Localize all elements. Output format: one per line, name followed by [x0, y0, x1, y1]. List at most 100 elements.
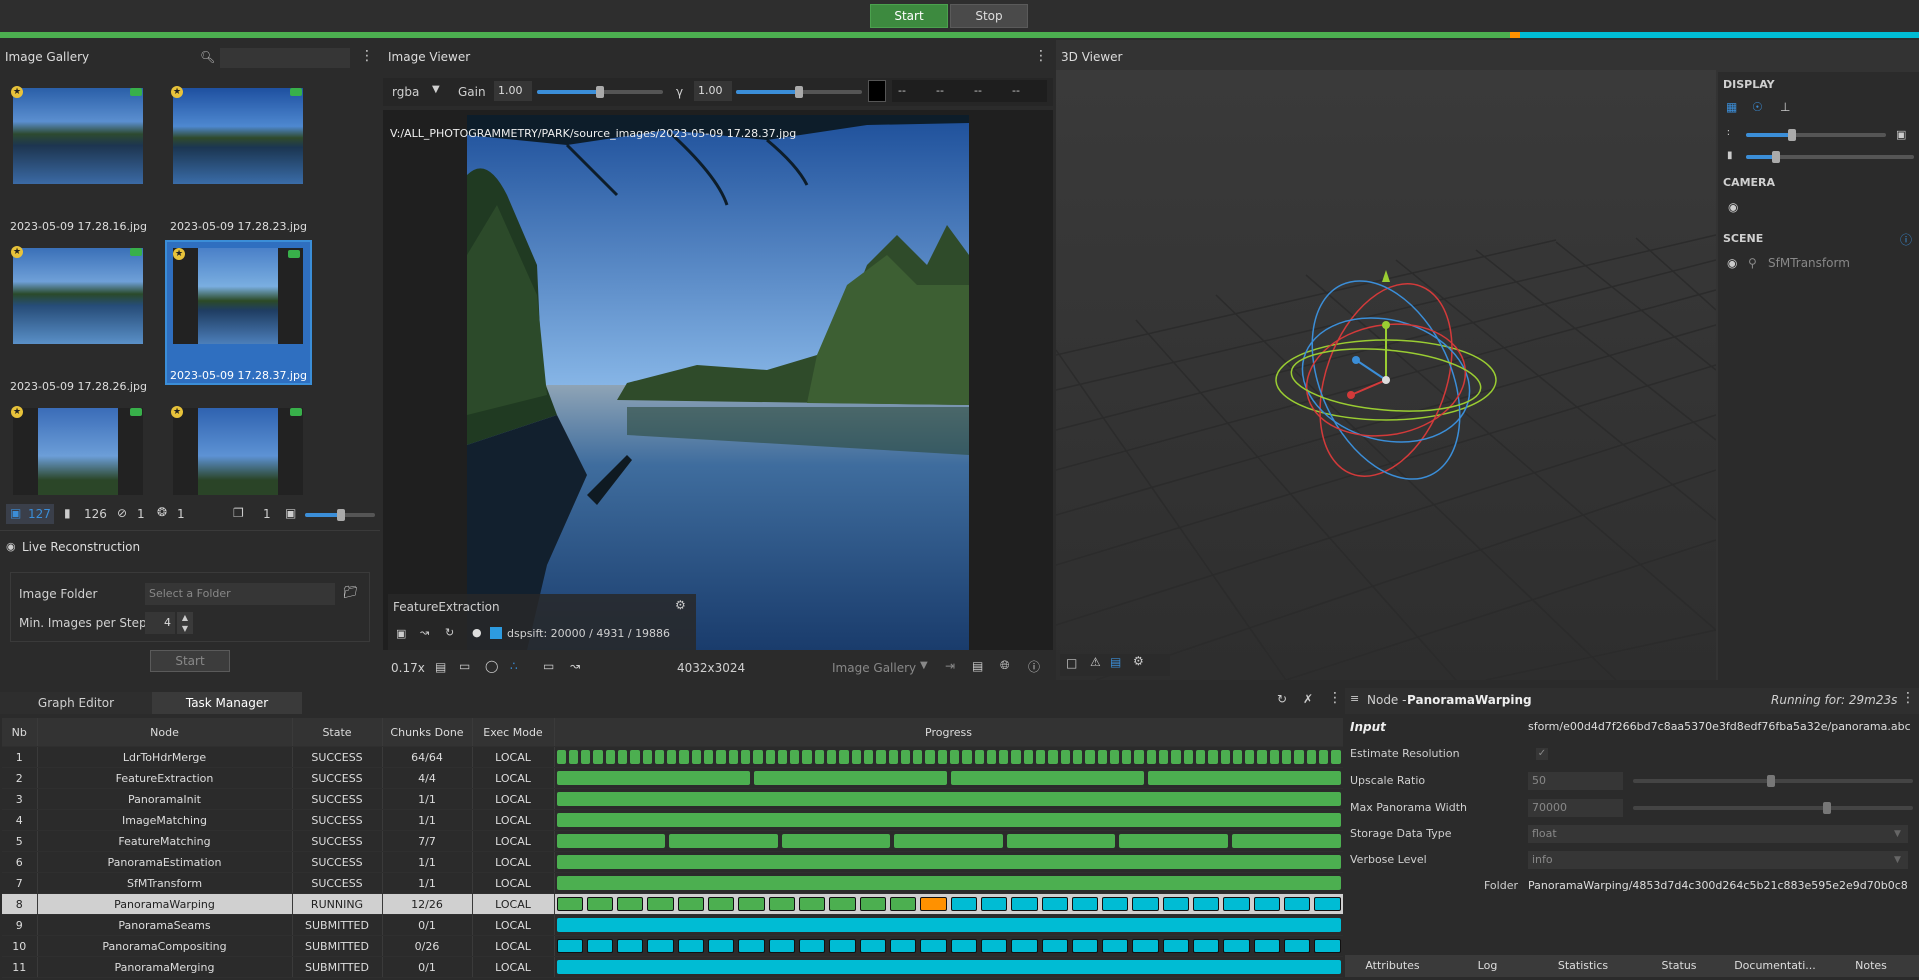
- table-row[interactable]: 5 FeatureMatching SUCCESS 7/7 LOCAL: [2, 830, 1343, 852]
- points-size-handle[interactable]: [1788, 129, 1796, 141]
- video-camera-icon[interactable]: ▮: [64, 506, 71, 520]
- grid-icon[interactable]: ▦: [1726, 100, 1737, 114]
- upscale-input[interactable]: 50: [1528, 772, 1623, 790]
- features-icon[interactable]: ∴: [510, 659, 518, 673]
- thumbnail[interactable]: ★: [165, 400, 312, 495]
- header-progress[interactable]: Progress: [554, 718, 1343, 747]
- folder-value[interactable]: PanoramaWarping/4853d7d4c300d264c5b21c88…: [1528, 875, 1916, 897]
- thumbnail[interactable]: ★ 2023-05-09 17.28.26.jpg: [5, 240, 152, 393]
- aperture-icon[interactable]: ❂: [157, 505, 167, 519]
- gain-slider-handle[interactable]: [596, 86, 604, 98]
- table-row[interactable]: 7 SfMTransform SUCCESS 1/1 LOCAL: [2, 872, 1343, 894]
- export-icon[interactable]: ⇥: [945, 659, 955, 673]
- start-button[interactable]: Start: [870, 4, 948, 28]
- chevron-down-icon[interactable]: ▼: [1894, 823, 1901, 845]
- upscale-slider-handle[interactable]: [1767, 775, 1775, 787]
- live-start-button[interactable]: Start: [150, 650, 230, 672]
- header-node[interactable]: Node: [37, 718, 293, 747]
- square-icon[interactable]: □: [1066, 656, 1077, 670]
- globe-icon[interactable]: 🌐︎: [1000, 658, 1010, 673]
- frame-icon[interactable]: ▣: [396, 627, 406, 640]
- maxwidth-slider-handle[interactable]: [1823, 802, 1831, 814]
- camera-icon[interactable]: ◉: [1728, 200, 1738, 214]
- fixed-size-icon[interactable]: ▣: [1896, 128, 1906, 141]
- maxwidth-input[interactable]: 70000: [1528, 799, 1623, 817]
- folder-icon[interactable]: 📁︎: [343, 585, 358, 599]
- search-icon[interactable]: 🔍︎: [200, 50, 215, 64]
- tab-task-manager[interactable]: Task Manager: [152, 692, 302, 714]
- tab-attributes[interactable]: Attributes: [1345, 955, 1441, 977]
- estimate-checkbox[interactable]: ✓: [1536, 748, 1548, 760]
- header-chunks[interactable]: Chunks Done: [382, 718, 473, 747]
- frame-icon[interactable]: ▭: [459, 659, 470, 673]
- target-icon[interactable]: ☉: [1752, 100, 1763, 114]
- tab-log[interactable]: Log: [1440, 955, 1536, 977]
- table-row[interactable]: 8 PanoramaWarping RUNNING 12/26 LOCAL: [2, 893, 1343, 915]
- gallery-menu-icon[interactable]: ⋮: [360, 48, 374, 64]
- table-row[interactable]: 1 LdrToHdrMerge SUCCESS 64/64 LOCAL: [2, 746, 1343, 768]
- task-menu-icon[interactable]: ⋮: [1328, 690, 1342, 706]
- chevron-down-icon[interactable]: ▼: [920, 660, 928, 671]
- gizmo-icon[interactable]: ⊥: [1780, 100, 1790, 114]
- chevron-down-icon[interactable]: ▼: [1894, 849, 1901, 871]
- gain-input[interactable]: 1.00: [494, 81, 532, 101]
- dot-icon[interactable]: ●: [472, 626, 482, 639]
- thumbnail-size-handle[interactable]: [337, 509, 345, 521]
- feature-color-swatch[interactable]: [490, 627, 502, 639]
- gamma-slider-handle[interactable]: [795, 86, 803, 98]
- thumbnail-selected[interactable]: ★ 2023-05-09 17.28.37.jpg: [165, 240, 312, 385]
- thumbnail[interactable]: ★: [5, 400, 152, 495]
- image-folder-input[interactable]: Select a Folder: [145, 583, 335, 605]
- min-images-input[interactable]: 4: [145, 612, 175, 634]
- reset-icon[interactable]: ✗: [1303, 692, 1313, 706]
- tab-statistics[interactable]: Statistics: [1535, 955, 1632, 977]
- camera-scale-handle[interactable]: [1772, 151, 1780, 163]
- header-nb[interactable]: Nb: [2, 718, 38, 747]
- hatch-icon[interactable]: ▤: [1110, 655, 1121, 669]
- stop-button[interactable]: Stop: [950, 4, 1028, 28]
- tab-graph-editor[interactable]: Graph Editor: [0, 692, 152, 714]
- storage-select[interactable]: float: [1528, 825, 1908, 843]
- no-camera-icon[interactable]: ⊘: [117, 506, 127, 520]
- thumbnail[interactable]: ★ 2023-05-09 17.28.16.jpg: [5, 80, 152, 233]
- node-menu-icon[interactable]: ⋮: [1901, 690, 1915, 706]
- channel-select[interactable]: rgba: [392, 85, 419, 99]
- tab-status[interactable]: Status: [1631, 955, 1728, 977]
- hatch-icon[interactable]: ▤: [435, 660, 446, 674]
- table-row[interactable]: 10 PanoramaCompositing SUBMITTED 0/26 LOCAL: [2, 935, 1343, 957]
- 3d-canvas[interactable]: [1056, 70, 1716, 680]
- gear-icon[interactable]: ⚙: [1133, 654, 1144, 668]
- table-row[interactable]: 3 PanoramaInit SUCCESS 1/1 LOCAL: [2, 788, 1343, 810]
- chevron-down-icon[interactable]: ▼: [432, 84, 440, 95]
- trend-icon[interactable]: ↝: [420, 626, 429, 639]
- table-row[interactable]: 9 PanoramaSeams SUBMITTED 0/1 LOCAL: [2, 914, 1343, 936]
- info-icon[interactable]: ⓘ: [1028, 658, 1040, 675]
- min-images-stepper[interactable]: ▲ ▼: [177, 612, 193, 634]
- verbose-select[interactable]: info: [1528, 851, 1908, 869]
- header-exec-mode[interactable]: Exec Mode: [472, 718, 555, 747]
- source-select[interactable]: Image Gallery: [832, 661, 916, 675]
- gallery-search-input[interactable]: [220, 48, 350, 68]
- tab-documentation[interactable]: Documentati...: [1727, 955, 1824, 977]
- thumbnail[interactable]: ★ 2023-05-09 17.28.23.jpg: [165, 80, 312, 233]
- table-row[interactable]: 2 FeatureExtraction SUCCESS 4/4 LOCAL: [2, 767, 1343, 789]
- refresh-icon[interactable]: ↻: [445, 626, 454, 639]
- gear-icon[interactable]: ⚙: [675, 598, 686, 612]
- trend-icon[interactable]: ↝: [570, 659, 580, 673]
- table-row[interactable]: 11 PanoramaMerging SUBMITTED 0/1 LOCAL: [2, 956, 1343, 978]
- input-value[interactable]: sform/e00d4d7f266bd7c8aa5370e3fd8edf76fb…: [1528, 716, 1916, 738]
- viewer-menu-icon[interactable]: ⋮: [1034, 48, 1048, 64]
- table-row[interactable]: 4 ImageMatching SUCCESS 1/1 LOCAL: [2, 809, 1343, 831]
- warning-icon[interactable]: ⚠: [1090, 655, 1101, 669]
- header-state[interactable]: State: [292, 718, 383, 747]
- info-icon[interactable]: ⓘ: [1900, 231, 1912, 248]
- groups-icon[interactable]: ❐: [233, 506, 244, 520]
- tab-notes[interactable]: Notes: [1823, 955, 1919, 977]
- maxwidth-slider[interactable]: [1633, 806, 1913, 810]
- refresh-icon[interactable]: ↻: [1277, 692, 1287, 706]
- scene-item-label[interactable]: SfMTransform: [1768, 256, 1850, 270]
- rectangle-icon[interactable]: ▭: [543, 659, 554, 673]
- table-row[interactable]: 6 PanoramaEstimation SUCCESS 1/1 LOCAL: [2, 851, 1343, 873]
- gamma-input[interactable]: 1.00: [694, 81, 732, 101]
- histogram-icon[interactable]: ▤: [972, 659, 983, 673]
